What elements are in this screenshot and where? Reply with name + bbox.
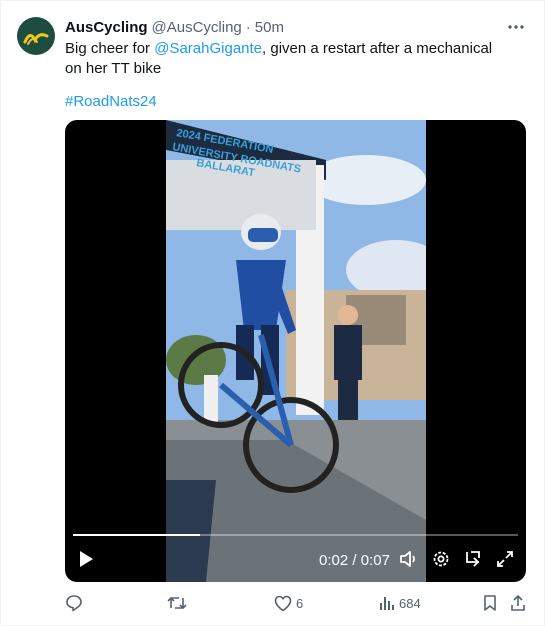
volume-button[interactable] (398, 548, 420, 570)
exit-icon (466, 551, 480, 567)
settings-icon (433, 551, 449, 567)
more-icon (508, 25, 524, 29)
play-button[interactable] (75, 548, 97, 570)
avatar[interactable] (17, 17, 55, 55)
separator: · (245, 18, 251, 36)
author-name[interactable]: AusCycling (65, 19, 148, 36)
mention-link[interactable]: @SarahGigante (154, 40, 262, 57)
current-time: 0:02 (319, 552, 349, 569)
views-icon (380, 597, 394, 610)
time-separator: / (348, 552, 361, 569)
share-icon (511, 595, 525, 611)
hashtag-line: #RoadNats24 (65, 92, 157, 112)
like-icon (274, 595, 292, 611)
like-button[interactable]: 6 (274, 591, 303, 615)
video-player[interactable]: 2024 FEDERATION UNIVERSITY ROADNATS BALL… (65, 120, 526, 582)
settings-button[interactable] (430, 548, 452, 570)
video-scene-illustration: 2024 FEDERATION UNIVERSITY ROADNATS BALL… (166, 120, 426, 582)
tweet-card: AusCycling @AusCycling · 50m Big cheer f… (0, 0, 545, 626)
bookmark-button[interactable] (483, 591, 497, 615)
views-button[interactable]: 684 (379, 591, 421, 615)
logo-icon (23, 33, 49, 45)
play-icon (80, 551, 93, 567)
volume-icon (400, 551, 415, 567)
exit-button[interactable] (462, 548, 484, 570)
tweet-header: AusCycling @AusCycling · 50m (65, 17, 528, 37)
more-button[interactable] (504, 15, 528, 39)
tweet-text-before: Big cheer for (65, 40, 155, 57)
views-count: 684 (399, 595, 421, 611)
reply-button[interactable] (65, 591, 87, 615)
duration: 0:07 (360, 552, 390, 569)
progress-fill (73, 534, 201, 536)
progress-bar[interactable] (73, 534, 518, 536)
author-handle[interactable]: @AusCycling (152, 19, 242, 36)
time-readout: 0:02 / 0:07 (319, 552, 390, 569)
reply-icon (66, 595, 82, 612)
repost-icon (167, 597, 187, 609)
share-button[interactable] (510, 591, 526, 615)
video-controls: 0:02 / 0:07 (65, 522, 526, 582)
repost-button[interactable] (167, 591, 191, 615)
video-frame: 2024 FEDERATION UNIVERSITY ROADNATS BALL… (166, 120, 426, 582)
bookmark-icon (484, 595, 496, 611)
hashtag-link[interactable]: #RoadNats24 (65, 93, 157, 110)
tweet-text: Big cheer for @SarahGigante, given a res… (65, 39, 505, 79)
fullscreen-button[interactable] (494, 548, 516, 570)
fullscreen-icon (497, 551, 513, 567)
timestamp[interactable]: 50m (255, 19, 284, 36)
like-count: 6 (296, 595, 304, 611)
action-bar: 6 684 (65, 591, 526, 615)
